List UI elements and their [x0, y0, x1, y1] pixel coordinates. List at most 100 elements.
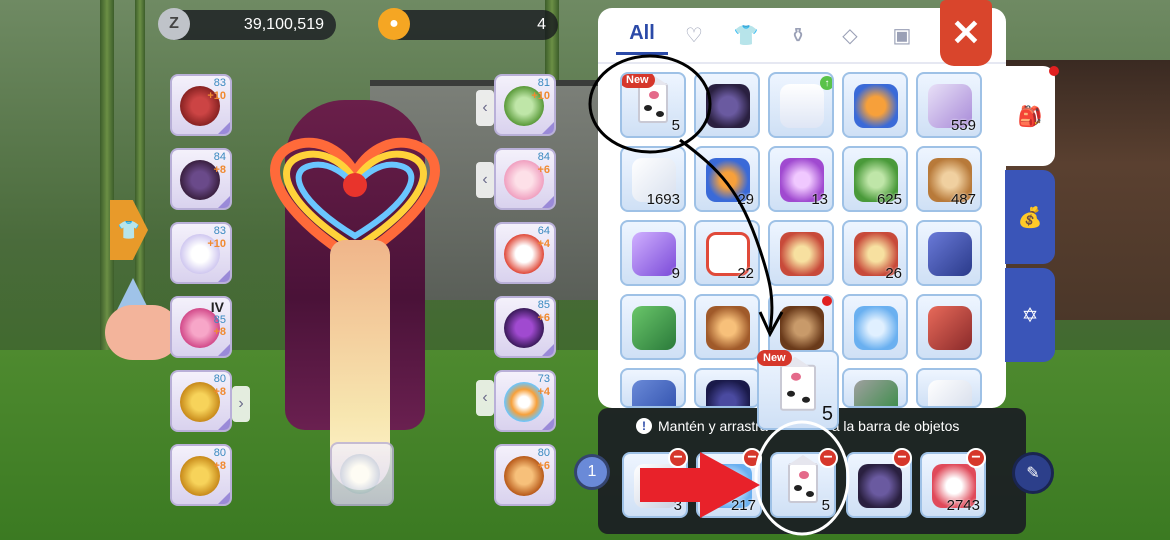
equip-slot-left-1[interactable]: 83 +10 [170, 74, 232, 136]
inventory-item[interactable]: 29 [694, 146, 760, 212]
milk-carton-icon [638, 83, 668, 123]
equip-slot-left-3[interactable]: 83 +10 [170, 222, 232, 284]
slot-corner [542, 344, 554, 356]
tab-all[interactable]: All [616, 15, 668, 55]
inventory-item[interactable]: 487 [916, 146, 982, 212]
inventory-item[interactable] [916, 368, 982, 408]
shirt-icon: 👕 [117, 219, 141, 240]
orange-creature-icon [854, 84, 898, 128]
slot-corner [218, 122, 230, 134]
dragon-icon [858, 464, 902, 508]
inventory-item[interactable] [842, 72, 908, 138]
item-level: 84 [213, 151, 226, 163]
slot-corner [542, 196, 554, 208]
side-tab-backpack[interactable]: 🎒 [1005, 66, 1055, 166]
equip-slot-left-6[interactable]: 80 +8 [170, 444, 232, 506]
inventory-item[interactable] [768, 220, 834, 286]
slot-corner [542, 122, 554, 134]
drag-hint-text-end: a la barra de objetos [831, 418, 960, 434]
quickbar-page-button[interactable]: 1 [574, 454, 610, 490]
equip-slot-right-5[interactable]: 73 +4 [494, 370, 556, 432]
chevron-left-icon[interactable]: ‹ [476, 380, 494, 416]
item-level: 81 [537, 77, 550, 89]
equip-slot-right-6[interactable]: 80 +6 [494, 444, 556, 506]
inventory-item[interactable]: ↑ [768, 72, 834, 138]
item-quantity: 22 [737, 265, 754, 282]
inventory-item[interactable]: 13 [768, 146, 834, 212]
tab-all-label: All [629, 22, 655, 44]
potion-icon: ⚱ [789, 24, 807, 47]
item-level: 80 [537, 447, 550, 459]
chocobo-silhouette-icon [340, 454, 380, 494]
item-refine: +6 [537, 460, 550, 472]
item-refine: +4 [537, 386, 550, 398]
inventory-item[interactable] [620, 294, 686, 360]
tab-consumables[interactable]: ⚱ [772, 15, 824, 55]
zeny-amount: 39,100,519 [243, 16, 324, 33]
player-character [245, 60, 465, 490]
green-machine-icon [854, 380, 898, 406]
remove-slot-button[interactable]: − [966, 448, 986, 468]
item-level: 83 [213, 225, 226, 237]
close-icon: ✕ [950, 12, 982, 53]
item-quantity: 625 [876, 191, 902, 208]
item-quantity: 5 [821, 403, 833, 425]
slot-corner [218, 344, 230, 356]
feather-quill-icon [634, 464, 678, 508]
remove-slot-button[interactable]: − [742, 448, 762, 468]
inventory-item[interactable] [694, 294, 760, 360]
remove-slot-button[interactable]: − [892, 448, 912, 468]
slot-corner [542, 418, 554, 430]
dragged-item[interactable]: New 5 [757, 350, 839, 430]
inventory-item[interactable] [842, 294, 908, 360]
item-level: 80 [213, 447, 226, 459]
tab-equipment[interactable]: 👕 [720, 15, 772, 55]
inventory-item[interactable]: 22 [694, 220, 760, 286]
tab-favorites[interactable]: ♡ [668, 15, 720, 55]
item-quantity: 26 [885, 265, 902, 282]
item-level: 83 [213, 77, 226, 89]
notification-dot [822, 296, 832, 306]
upgrade-arrow-icon: ↑ [820, 76, 832, 90]
side-tab-zeny-bag[interactable]: 💰 [1005, 170, 1055, 264]
equip-slot-right-3[interactable]: 64 +4 [494, 222, 556, 284]
inventory-item[interactable]: 9 [620, 220, 686, 286]
item-level: 80 [213, 373, 226, 385]
equip-slot-right-1[interactable]: 81 +10 [494, 74, 556, 136]
chevron-left-icon[interactable]: ‹ [476, 90, 494, 126]
edit-quickbar-button[interactable]: ✎ [1012, 452, 1054, 494]
equip-slot-left-2[interactable]: 84 +8 [170, 148, 232, 210]
shirt-icon: 👕 [733, 24, 759, 47]
item-quantity: 29 [737, 191, 754, 208]
equip-slot-left-5[interactable]: 80 +8 [170, 370, 232, 432]
equip-slot-right-2[interactable]: 84 +6 [494, 148, 556, 210]
inventory-item[interactable] [694, 72, 760, 138]
chevron-left-icon[interactable]: ‹ [476, 162, 494, 198]
chevron-right-icon[interactable]: › [232, 386, 250, 422]
inventory-item[interactable]: 26 [842, 220, 908, 286]
inventory-item[interactable] [916, 294, 982, 360]
inventory-item[interactable] [694, 368, 760, 408]
remove-slot-button[interactable]: − [668, 448, 688, 468]
close-button[interactable]: ✕ [940, 0, 992, 66]
inventory-item[interactable]: New 5 [620, 72, 686, 138]
diamond-icon: ◇ [842, 24, 858, 47]
milk-carton-icon [780, 364, 816, 411]
tab-materials[interactable]: ◇ [824, 15, 876, 55]
remove-slot-button[interactable]: − [818, 448, 838, 468]
mount-slot[interactable] [330, 442, 394, 506]
inventory-item[interactable] [842, 368, 908, 408]
inventory-item[interactable] [620, 368, 686, 408]
side-tab-magic[interactable]: ✡ [1005, 268, 1055, 362]
item-refine: +6 [537, 312, 550, 324]
inventory-item[interactable]: 559 [916, 72, 982, 138]
equip-slot-left-4[interactable]: IV 85 +8 [170, 296, 232, 358]
inventory-item[interactable]: 625 [842, 146, 908, 212]
milk-carton-icon [788, 463, 818, 503]
tab-cards[interactable]: ▣ [876, 15, 928, 55]
inventory-item[interactable] [916, 220, 982, 286]
equip-slot-right-4[interactable]: 85 +6 [494, 296, 556, 358]
purple-card-icon [632, 232, 676, 276]
inventory-item[interactable]: 1693 [620, 146, 686, 212]
white-box-icon [928, 380, 972, 406]
